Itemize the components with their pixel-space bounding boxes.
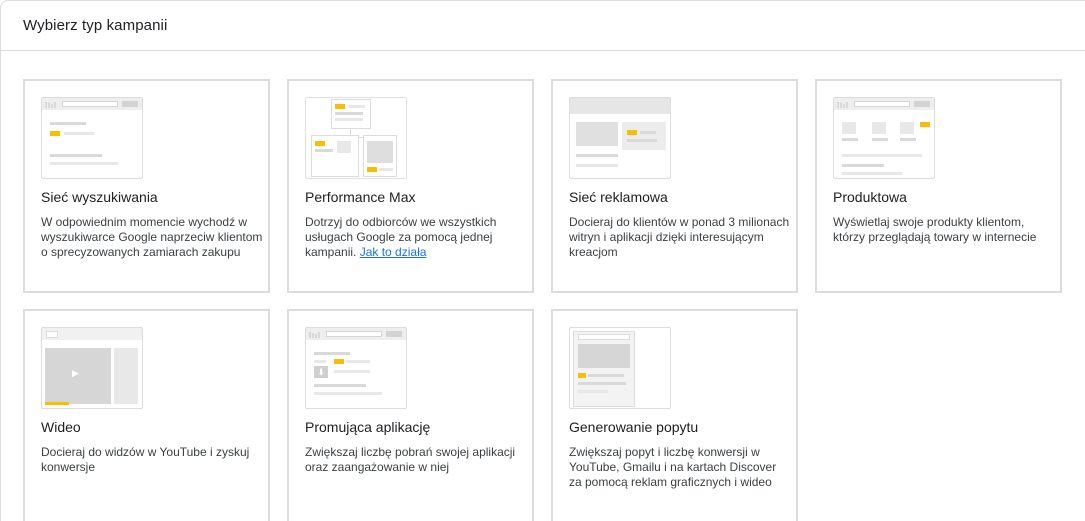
card-title: Generowanie popytu <box>569 419 699 435</box>
page-title: Wybierz typ kampanii <box>23 17 168 34</box>
card-description: Wyświetlaj swoje produkty klientom, któr… <box>833 215 1037 244</box>
app-illustration-icon: ⬇ <box>305 327 407 409</box>
card-title: Sieć wyszukiwania <box>41 189 158 205</box>
card-title: Performance Max <box>305 189 416 205</box>
card-title: Sieć reklamowa <box>569 189 668 205</box>
campaign-card-shopping[interactable]: Produktowa Wyświetlaj swoje produkty kli… <box>815 79 1062 293</box>
campaign-card-performance-max[interactable]: Performance Max Dotrzyj do odbiorców we … <box>287 79 534 293</box>
card-description: Docieraj do klientów w ponad 3 milionach… <box>569 215 790 259</box>
campaign-card-search[interactable]: Sieć wyszukiwania W odpowiednim momencie… <box>23 79 270 293</box>
card-description: W odpowiednim momencie wychodź w wyszuki… <box>41 215 263 259</box>
performance-max-illustration-icon <box>305 97 407 179</box>
card-description: Docieraj do widzów w YouTube i zyskuj ko… <box>41 445 250 474</box>
learn-more-link[interactable]: Jak to działa <box>360 245 427 259</box>
campaign-card-demand-gen[interactable]: Generowanie popytu Zwiększaj popyt i lic… <box>551 309 798 521</box>
card-title: Promująca aplikację <box>305 419 431 435</box>
campaign-type-panel: Wybierz typ kampanii Sieć wyszukiwania W… <box>0 0 1085 521</box>
campaign-card-display[interactable]: Sieć reklamowa Docieraj do klientów w po… <box>551 79 798 293</box>
search-illustration-icon <box>41 97 143 179</box>
card-description: Zwiększaj popyt i liczbę konwersji w You… <box>569 445 777 489</box>
card-title: Produktowa <box>833 189 907 205</box>
panel-header: Wybierz typ kampanii <box>1 1 1085 51</box>
card-description: Zwiększaj liczbę pobrań swojej aplikacji… <box>305 445 516 474</box>
video-illustration-icon: ▶ <box>41 327 143 409</box>
display-illustration-icon <box>569 97 671 179</box>
card-description: Dotrzyj do odbiorców we wszystkich usług… <box>305 215 497 259</box>
campaign-card-app[interactable]: ⬇ Promująca aplikację Zwiększaj liczbę p… <box>287 309 534 521</box>
play-icon: ▶ <box>72 368 79 378</box>
demand-gen-illustration-icon <box>569 327 671 409</box>
shopping-illustration-icon <box>833 97 935 179</box>
download-icon: ⬇ <box>314 366 328 378</box>
card-title: Wideo <box>41 419 81 435</box>
campaign-card-video[interactable]: ▶ Wideo Docieraj do widzów w YouTube i z… <box>23 309 270 521</box>
